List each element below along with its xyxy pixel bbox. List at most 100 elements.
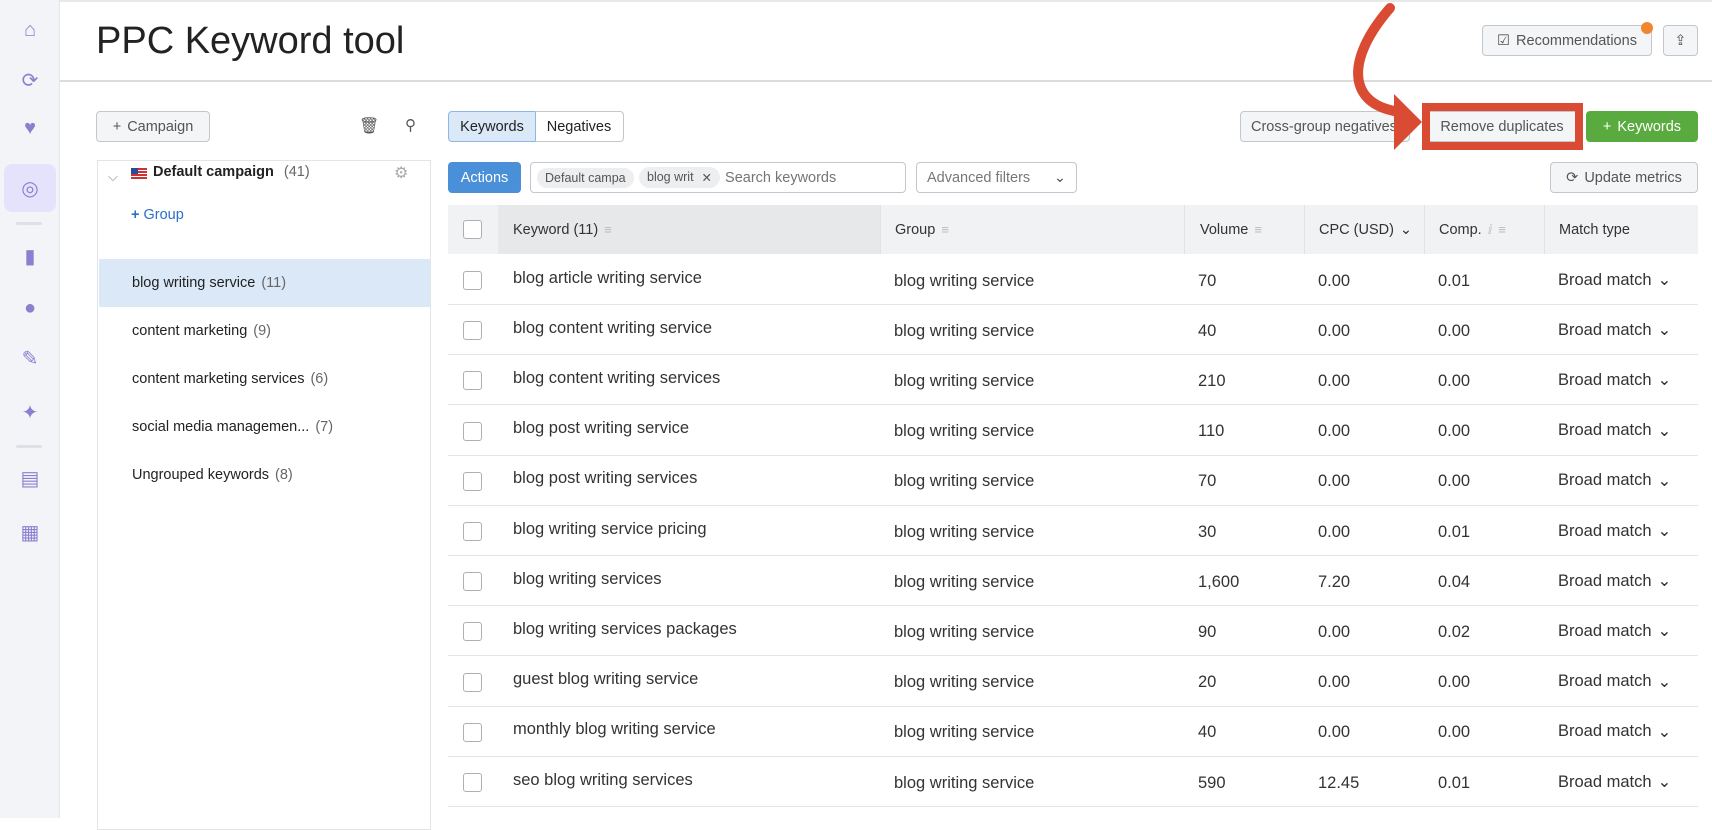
cell-comp: 0.00	[1438, 472, 1471, 491]
group-label: Ungrouped keywords	[132, 467, 270, 483]
chevron-down-icon: ⌄	[1657, 371, 1672, 390]
cell-cpc: 0.00	[1318, 723, 1351, 742]
cell-cpc: 0.00	[1318, 271, 1351, 290]
match-type-dropdown[interactable]: Broad match ⌄	[1558, 406, 1671, 456]
tab-negatives[interactable]: Negatives	[535, 111, 624, 142]
group-count: (6)	[310, 371, 329, 387]
chevron-down-icon: ⌄	[1657, 773, 1672, 791]
search-input[interactable]	[725, 169, 886, 186]
cell-group: blog writing service	[894, 321, 1035, 340]
header-cpc[interactable]: CPC (USD) ⌄	[1304, 205, 1424, 254]
row-checkbox[interactable]	[463, 522, 482, 541]
row-checkbox[interactable]	[463, 271, 482, 290]
advanced-filters-dropdown[interactable]: Advanced filters ⌄	[916, 162, 1077, 193]
cell-group: blog writing service	[894, 622, 1035, 641]
bar-chart-icon[interactable]: ▮	[14, 240, 46, 272]
location-pin-icon[interactable]: ●	[14, 292, 46, 324]
trash-icon[interactable]: 🗑	[359, 116, 379, 136]
match-type-dropdown[interactable]: Broad match ⌄	[1558, 506, 1671, 556]
row-checkbox[interactable]	[463, 321, 482, 341]
table-row: blog article writing service blog writing…	[448, 255, 1698, 305]
apps-icon[interactable]: ▦	[14, 516, 46, 548]
chevron-down-icon: ⌄	[1657, 572, 1672, 591]
document-icon[interactable]: ▤	[14, 462, 46, 494]
row-checkbox[interactable]	[463, 722, 482, 742]
match-type-dropdown[interactable]: Broad match ⌄	[1558, 707, 1671, 757]
group-count: (9)	[253, 323, 271, 339]
row-checkbox[interactable]	[463, 421, 482, 441]
add-campaign-button[interactable]: + Campaign	[96, 111, 210, 142]
header-group[interactable]: Group ≡	[880, 205, 1184, 254]
search-icon[interactable]: ⚲	[405, 116, 416, 134]
cell-group: blog writing service	[894, 422, 1035, 441]
add-group-button[interactable]: + Group	[131, 207, 184, 223]
campaign-label: Campaign	[127, 118, 194, 135]
cell-comp: 0.00	[1438, 371, 1471, 390]
match-type-dropdown[interactable]: Broad match ⌄	[1558, 657, 1671, 707]
heart-chat-icon[interactable]: ♥	[14, 112, 46, 144]
search-filter-box[interactable]: Default campa blog writ ✕	[530, 162, 906, 193]
home-icon[interactable]: ⌂	[14, 14, 46, 46]
cursor-target-icon[interactable]: ◎	[4, 164, 56, 212]
table-row: blog content writing service blog writing…	[448, 305, 1698, 356]
match-type-dropdown[interactable]: Broad match ⌄	[1558, 255, 1671, 305]
chevron-down-icon[interactable]: ⌵	[108, 169, 118, 185]
cell-comp: 0.00	[1438, 673, 1471, 692]
cell-volume: 110	[1198, 422, 1225, 441]
plus-icon: +	[112, 118, 122, 135]
chevron-down-icon: ⌄	[1657, 471, 1672, 490]
table-row: blog writing services blog writing servic…	[448, 556, 1698, 607]
tab-keywords[interactable]: Keywords	[448, 111, 536, 142]
gear-icon[interactable]: ⚙	[394, 163, 408, 183]
row-checkbox[interactable]	[463, 371, 482, 391]
filter-chip-campaign[interactable]: Default campa	[537, 167, 634, 188]
sidebar-divider	[16, 445, 42, 448]
notification-dot	[1641, 22, 1653, 34]
select-all-checkbox[interactable]	[463, 220, 482, 239]
close-icon[interactable]: ✕	[702, 170, 712, 185]
recommendations-button[interactable]: ☑ Recommendations	[1482, 25, 1652, 56]
match-type-dropdown[interactable]: Broad match ⌄	[1558, 355, 1671, 405]
add-keywords-button[interactable]: + Keywords	[1586, 111, 1698, 142]
info-icon[interactable]: ⅈ	[1488, 222, 1493, 238]
export-button[interactable]: ⇪	[1663, 25, 1698, 56]
row-checkbox[interactable]	[463, 622, 482, 642]
group-item[interactable]: blog writing service (11)	[99, 259, 430, 307]
group-label: blog writing service	[132, 275, 256, 291]
campaign-name[interactable]: Default campaign (41)	[153, 164, 310, 180]
header-comp[interactable]: Comp. ⅈ ≡	[1424, 205, 1544, 254]
sort-icon: ≡	[604, 222, 612, 237]
update-metrics-button[interactable]: ⟳ Update metrics	[1550, 162, 1698, 193]
table-row: seo blog writing services blog writing se…	[448, 757, 1698, 807]
us-flag-icon	[131, 168, 147, 179]
search-icon[interactable]: ⟳	[14, 64, 46, 96]
row-checkbox[interactable]	[463, 672, 482, 692]
header-volume[interactable]: Volume ≡	[1184, 205, 1304, 254]
header-keyword[interactable]: Keyword (11) ≡	[498, 205, 880, 254]
group-count: (8)	[275, 467, 293, 483]
cell-keyword: blog writing service pricing	[513, 519, 707, 538]
pencil-icon[interactable]: ✎	[14, 342, 46, 374]
chevron-down-icon: ⌄	[1657, 421, 1672, 440]
group-item[interactable]: social media managemen... (7)	[99, 403, 430, 451]
row-checkbox[interactable]	[463, 773, 482, 792]
group-item[interactable]: content marketing (9)	[99, 307, 430, 355]
cell-group: blog writing service	[894, 371, 1035, 390]
table-row: blog post writing service blog writing se…	[448, 406, 1698, 456]
actions-button[interactable]: Actions	[448, 162, 521, 193]
match-type-dropdown[interactable]: Broad match ⌄	[1558, 456, 1671, 506]
cell-keyword: guest blog writing service	[513, 670, 699, 689]
match-type-dropdown[interactable]: Broad match ⌄	[1558, 606, 1671, 656]
group-item[interactable]: Ungrouped keywords (8)	[99, 451, 430, 499]
row-checkbox[interactable]	[463, 471, 482, 491]
match-type-dropdown[interactable]: Broad match ⌄	[1558, 757, 1671, 807]
match-type-dropdown[interactable]: Broad match ⌄	[1558, 305, 1671, 355]
match-type-dropdown[interactable]: Broad match ⌄	[1558, 556, 1671, 606]
chevron-down-icon: ⌄	[1399, 221, 1413, 238]
sparkle-trend-icon[interactable]: ✦	[14, 396, 46, 428]
table-row: monthly blog writing service blog writing…	[448, 707, 1698, 757]
group-item[interactable]: content marketing services (6)	[99, 355, 430, 403]
header-select-all[interactable]	[448, 205, 498, 254]
row-checkbox[interactable]	[463, 572, 482, 592]
filter-chip-group[interactable]: blog writ ✕	[639, 167, 721, 188]
